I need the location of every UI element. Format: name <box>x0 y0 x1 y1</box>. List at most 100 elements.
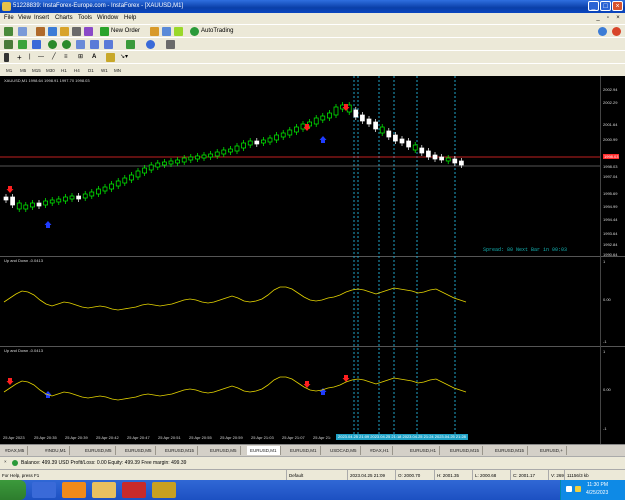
tf-m30[interactable]: M30 <box>46 67 55 75</box>
zoom-in-icon[interactable] <box>48 40 57 49</box>
trendline-icon[interactable]: ╱ <box>52 53 56 62</box>
tf-h4[interactable]: H4 <box>74 67 80 75</box>
tf-m15[interactable]: M15 <box>32 67 41 75</box>
menu-file[interactable]: File <box>4 14 14 23</box>
text-icon[interactable]: A <box>92 53 96 62</box>
chart-tab[interactable]: EURUSD,M1 <box>287 446 321 455</box>
start-button[interactable] <box>0 480 26 500</box>
templates-icon[interactable] <box>166 40 175 49</box>
periods-icon[interactable] <box>146 40 155 49</box>
chart-tab[interactable]: EURUSD,M5 <box>122 446 156 455</box>
menu-charts[interactable]: Charts <box>55 14 73 23</box>
chart-tab[interactable]: EURUSD,H1 <box>407 446 441 455</box>
chart-tab[interactable]: USDCAD,M5 <box>327 446 361 455</box>
indicator1-line <box>3 286 467 311</box>
candle <box>129 174 134 181</box>
chart-tab[interactable]: EURUSD,M5 <box>82 446 116 455</box>
menu-insert[interactable]: Insert <box>34 14 49 23</box>
candle <box>148 164 154 171</box>
crosshair-icon[interactable]: + <box>17 53 22 62</box>
network-icon[interactable] <box>575 486 581 492</box>
mdi-close-button[interactable]: × <box>614 14 622 22</box>
volume-icon[interactable] <box>566 486 572 492</box>
taskbar-app-terminal-icon[interactable] <box>152 482 176 498</box>
tf-d1[interactable]: D1 <box>88 67 94 75</box>
time-axis-label: 25 Apr 20:51 <box>158 435 181 440</box>
line-chart-icon[interactable] <box>32 40 41 49</box>
chart-tab[interactable]: EURUSD,M1 <box>247 446 281 455</box>
navigator-icon[interactable] <box>60 27 69 36</box>
search-icon[interactable] <box>598 27 607 36</box>
chart-tab[interactable]: #INDU,M1 <box>42 446 71 455</box>
autotrading-button[interactable]: AutoTrading <box>201 27 233 36</box>
signals-icon[interactable] <box>174 27 183 36</box>
channel-icon[interactable]: ≡ <box>64 53 68 62</box>
options-icon[interactable] <box>162 27 171 36</box>
standard-toolbar: New Order AutoTrading <box>0 24 625 38</box>
arrows-icon[interactable]: ↘▾ <box>120 53 128 62</box>
price-axis-label: 1997.04 <box>603 174 618 179</box>
candlestick-icon[interactable] <box>18 40 27 49</box>
candle <box>195 155 200 160</box>
candle <box>333 106 339 116</box>
candle <box>327 112 332 119</box>
taskbar-app-trading-icon[interactable] <box>122 482 146 498</box>
minimize-button[interactable]: _ <box>588 1 599 11</box>
taskbar-app-ie-icon[interactable] <box>32 482 56 498</box>
chart-tab[interactable]: #DAX,H1 <box>367 446 393 455</box>
autotrading-icon[interactable] <box>190 27 199 36</box>
menu-help[interactable]: Help <box>124 14 136 23</box>
mdi-restore-button[interactable]: ▫ <box>604 14 612 22</box>
taskbar: 11:30 PM 4/25/2023 <box>0 480 625 500</box>
chart-tab[interactable]: EURUSD,M15 <box>447 446 484 455</box>
chart-tab[interactable]: EURUSD,M15 <box>492 446 529 455</box>
vertical-line-icon[interactable]: | <box>29 53 31 62</box>
tf-m1[interactable]: M1 <box>6 67 12 75</box>
candle <box>102 186 108 192</box>
data-window-icon[interactable] <box>48 27 57 36</box>
menu-window[interactable]: Window <box>97 14 118 23</box>
chart-tab[interactable]: EURUSD,+ <box>537 446 567 455</box>
bar-chart-icon[interactable] <box>4 40 13 49</box>
taskbar-app-vlc-icon[interactable] <box>62 482 86 498</box>
horizontal-line-icon[interactable]: — <box>38 53 44 62</box>
fibonacci-icon[interactable]: ⊞ <box>78 53 83 62</box>
profiles-icon[interactable] <box>18 27 27 36</box>
menu-view[interactable]: View <box>18 14 31 23</box>
chart-window[interactable]: XAUUSD,M1 1998.64 1998.91 1997.70 1998.0… <box>0 76 625 444</box>
chart-shift-icon[interactable] <box>90 40 99 49</box>
candle <box>155 162 161 168</box>
indicators-icon[interactable] <box>126 40 135 49</box>
tf-mn[interactable]: MN <box>114 67 121 75</box>
candle <box>16 202 22 210</box>
tf-h1[interactable]: H1 <box>61 67 67 75</box>
chart-tab[interactable]: #DAX,M5 <box>2 446 29 455</box>
menu-tools[interactable]: Tools <box>78 14 92 23</box>
new-order-button[interactable]: New Order <box>111 27 140 36</box>
collapse-icon[interactable]: × <box>4 459 7 464</box>
cursor-icon[interactable] <box>4 53 9 62</box>
chart-tab[interactable]: EURUSD,M15 <box>162 446 199 455</box>
price-axis-label: 1995.69 <box>603 191 618 196</box>
new-chart-icon[interactable] <box>4 27 13 36</box>
notifications-icon[interactable] <box>612 27 621 36</box>
strategy-tester-icon[interactable] <box>84 27 93 36</box>
terminal-icon[interactable] <box>72 27 81 36</box>
chart-tab[interactable]: EURUSD,M5 <box>207 446 241 455</box>
tf-w1[interactable]: W1 <box>101 67 108 75</box>
metaeditor-icon[interactable] <box>150 27 159 36</box>
text-label-icon[interactable] <box>106 53 115 62</box>
time-axis-label: 25 Apr 20:42 <box>96 435 119 440</box>
new-order-icon[interactable] <box>100 27 109 36</box>
tile-windows-icon[interactable] <box>76 40 85 49</box>
candle <box>208 153 213 158</box>
zoom-out-icon[interactable] <box>62 40 71 49</box>
market-watch-icon[interactable] <box>36 27 45 36</box>
maximize-button[interactable]: □ <box>600 1 611 11</box>
autoscroll-icon[interactable] <box>104 40 113 49</box>
chart-canvas[interactable] <box>0 76 625 444</box>
mdi-minimize-button[interactable]: _ <box>594 14 602 22</box>
tf-m5[interactable]: M5 <box>20 67 26 75</box>
close-button[interactable]: × <box>612 1 623 11</box>
taskbar-app-folder-icon[interactable] <box>92 482 116 498</box>
